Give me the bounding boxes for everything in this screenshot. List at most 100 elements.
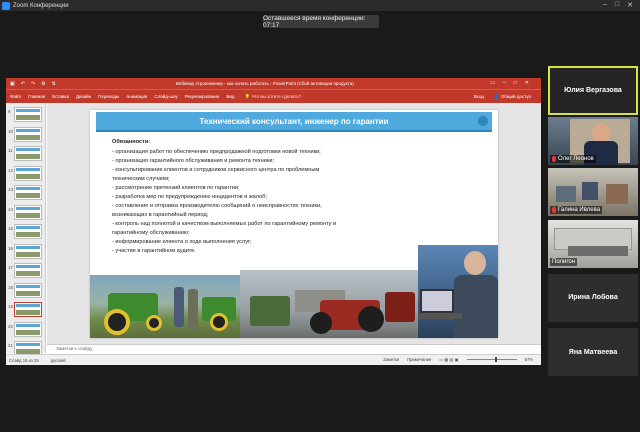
duty-line: - контроль над полнотой и качеством выпо…	[112, 221, 337, 227]
zoom-logo-icon	[2, 1, 10, 10]
participant-video-tile[interactable]: Олег Леонов	[548, 117, 638, 165]
tab-transitions[interactable]: Переходы	[98, 94, 119, 99]
tab-slideshow[interactable]: Слайд-шоу	[154, 94, 177, 99]
duty-line: - организация гарантийного обслуживания …	[112, 158, 274, 164]
notes-toggle-button[interactable]: Заметки	[383, 357, 399, 362]
slide-thumbnail-image	[14, 224, 42, 239]
tab-design[interactable]: Дизайн	[76, 94, 91, 99]
share-button[interactable]: 👤 Общий доступ	[494, 94, 531, 100]
zoom-level[interactable]: 67%	[525, 357, 533, 362]
slide-thumbnail-image	[14, 282, 42, 298]
mic-muted-icon	[552, 156, 556, 162]
duty-line: - информирование клиента о ходе выполнен…	[112, 239, 252, 245]
slide-thumbnail-image	[14, 185, 42, 200]
participant-name: Ирина Лобова	[568, 294, 618, 301]
slide-thumbnail-number: 11	[8, 148, 13, 153]
comments-toggle-button[interactable]: Примечания	[407, 357, 431, 362]
duty-line: - разработка мер по предупреждению инцид…	[112, 194, 267, 200]
slide-thumbnail-image	[14, 302, 42, 317]
tab-view[interactable]: Вид	[226, 94, 234, 99]
slide-thumbnail[interactable]: 13	[8, 185, 44, 202]
slide-thumbnail[interactable]: 19	[8, 302, 44, 319]
slide-thumbnail-image	[14, 204, 42, 220]
slide-thumbnail[interactable]: 20	[8, 321, 44, 339]
slide-thumbnail-number: 17	[8, 265, 14, 270]
slide-thumbnail-number: 10	[8, 128, 14, 134]
slide-thumbnail-number: 9	[8, 109, 11, 114]
slide-thumbnail-number: 19	[8, 304, 14, 309]
person-face	[592, 123, 610, 143]
duty-line: - составление и отправка производителю с…	[112, 203, 322, 209]
slide-thumbnail-image	[14, 321, 42, 337]
tab-animations[interactable]: Анимация	[126, 94, 147, 99]
slide-thumbnail-number: 12	[8, 167, 14, 173]
slide-thumbnail-number: 14	[8, 206, 14, 212]
duty-line: техническим случаям;	[112, 176, 170, 182]
slide-thumbnail[interactable]: 14	[8, 204, 44, 222]
classroom-person	[556, 186, 576, 202]
slide-thumbnail-image	[14, 146, 42, 161]
zoom-title-bar: Zoom Конференции – □ ✕	[0, 0, 640, 11]
slide-thumbnail[interactable]: 10	[8, 126, 44, 144]
participant-name-tag: Галина Ивлева	[550, 206, 603, 214]
duty-line: гарантийному обслуживанию;	[112, 230, 190, 236]
participant-video-tile[interactable]: Полигон	[548, 220, 638, 268]
slide-thumbnail-image	[14, 107, 42, 122]
participant-video-tile[interactable]: Галина Ивлева	[548, 168, 638, 216]
close-icon[interactable]: ✕	[625, 1, 635, 9]
slide-thumbnail-image	[14, 165, 42, 181]
quick-access-icons[interactable]: ▣↶↷⚙⇅	[10, 81, 62, 87]
minimize-icon[interactable]: –	[600, 1, 610, 8]
participant-name: Юлия Вергазова	[564, 87, 622, 94]
participant-name: Яна Матвеева	[568, 349, 618, 356]
slide-thumbnails-pane[interactable]: 9 10 11 12 13 14 15 16 17 18 19 20 21	[6, 103, 46, 356]
shared-screen: ▣↶↷⚙⇅ Вебинар Агроинженер - как начать р…	[6, 78, 541, 365]
slide-thumbnail-number: 15	[8, 226, 14, 231]
slide-thumbnail-number: 20	[8, 323, 14, 329]
slide-thumbnail[interactable]: 15	[8, 224, 44, 241]
meeting-time-remaining: Оставшееся время конференции: 07:17	[263, 15, 379, 29]
window-title: Zoom Конференции	[13, 2, 69, 9]
tab-file[interactable]: Файл	[10, 94, 21, 99]
slide-thumbnail-image	[14, 126, 42, 142]
powerpoint-title-bar: ▣↶↷⚙⇅ Вебинар Агроинженер - как начать р…	[6, 78, 541, 89]
slide-thumbnail[interactable]: 18	[8, 282, 44, 300]
duty-line: возникающих в гарантийный период;	[112, 212, 209, 218]
slide-thumbnail-image	[14, 263, 42, 278]
sign-in-link[interactable]: Вход	[474, 94, 484, 100]
view-mode-icons[interactable]: ▭ ▦ ▤ ▣	[439, 357, 458, 362]
classroom-person	[582, 182, 598, 200]
status-bar: Слайд 19 из 28 русский Заметки Примечани…	[6, 354, 541, 365]
duty-line: - организация работ по обеспечению предп…	[112, 149, 321, 155]
window-controls-icon[interactable]: ▭–□✕	[490, 80, 537, 86]
room-table	[568, 246, 628, 256]
slide-thumbnail-number: 16	[8, 245, 14, 251]
tractor-photo	[90, 275, 240, 338]
duties-heading: Обязанности:	[112, 139, 151, 145]
document-title: Вебинар Агроинженер - как начать работат…	[176, 81, 354, 86]
slide-counter: Слайд 19 из 28	[9, 357, 39, 363]
tab-home[interactable]: Главная	[28, 94, 45, 99]
duty-line: - рассмотрение претензий клиентов по гар…	[112, 185, 240, 191]
notes-pane[interactable]: Заметки к слайду	[47, 344, 541, 353]
tab-review[interactable]: Рецензирование	[185, 94, 220, 99]
slide-thumbnail[interactable]: 17	[8, 263, 44, 280]
ribbon-tabs: Файл Главная Вставка Дизайн Переходы Ани…	[6, 89, 541, 103]
tell-me-search[interactable]: 💡 Что вы хотите сделать?	[245, 94, 302, 100]
slide-thumbnail-number: 18	[8, 284, 14, 290]
duty-line: - участие в гарантийном аудите.	[112, 248, 196, 254]
zoom-slider[interactable]	[466, 357, 517, 362]
slide-thumbnail[interactable]: 9	[8, 107, 44, 124]
maximize-icon[interactable]: □	[612, 1, 622, 8]
slide-thumbnail[interactable]: 16	[8, 243, 44, 261]
participant-tile[interactable]: Ирина Лобова	[548, 274, 638, 322]
participant-tile[interactable]: Юлия Вергазова	[548, 66, 638, 115]
slide-thumbnail[interactable]: 11	[8, 146, 44, 163]
language-indicator[interactable]: русский	[51, 358, 66, 363]
slide-thumbnail[interactable]: 12	[8, 165, 44, 183]
current-slide[interactable]: Технический консультант, инженер по гара…	[90, 110, 498, 338]
tab-insert[interactable]: Вставка	[52, 94, 69, 99]
participant-tile[interactable]: Яна Матвеева	[548, 328, 638, 376]
engineer-laptop-photo	[418, 245, 498, 338]
classroom-person	[606, 184, 628, 204]
